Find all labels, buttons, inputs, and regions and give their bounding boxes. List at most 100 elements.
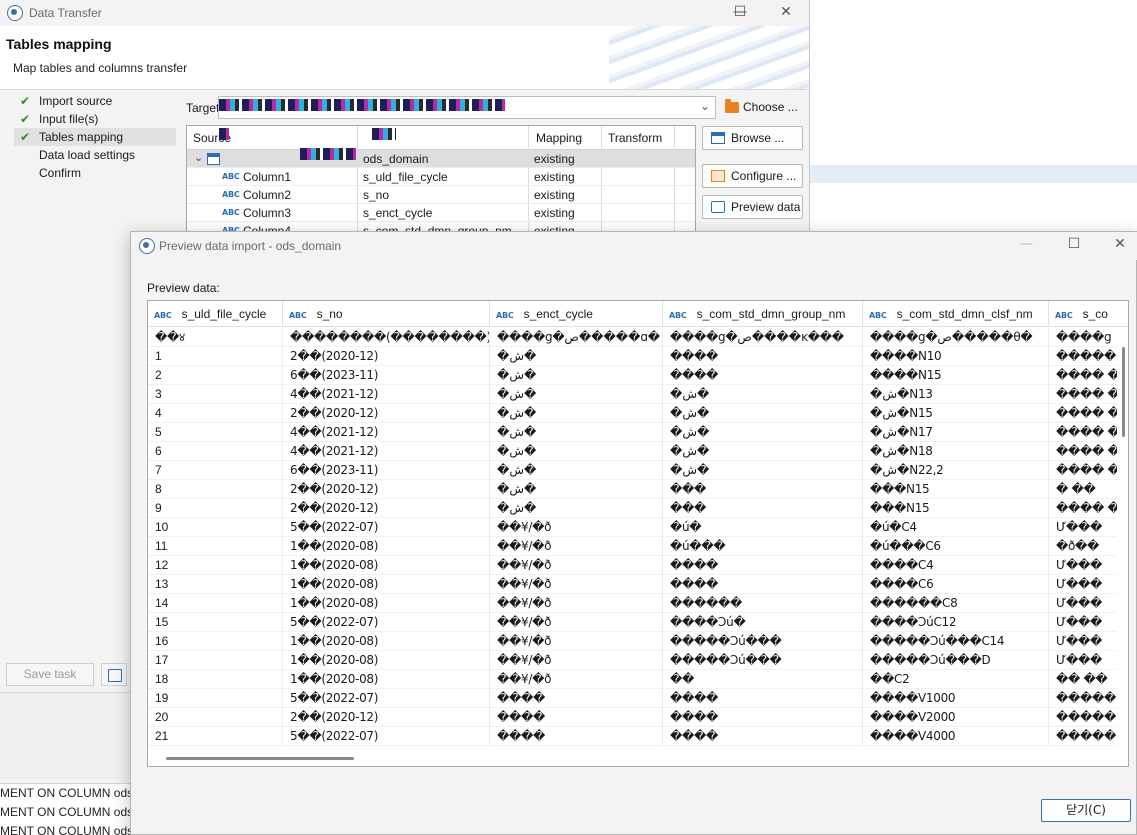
table-cell[interactable]: 19 bbox=[148, 689, 283, 708]
choose-button[interactable]: Choose ... bbox=[720, 96, 804, 119]
table-cell[interactable]: ����g�ص�����θ� bbox=[863, 328, 1049, 347]
close-icon[interactable]: ✕ bbox=[1097, 232, 1137, 258]
table-cell[interactable]: 8 bbox=[148, 480, 283, 499]
table-cell[interactable]: 13 bbox=[148, 575, 283, 594]
chevron-down-icon[interactable]: ⌄ bbox=[194, 151, 203, 164]
table-cell[interactable]: �ش� bbox=[490, 347, 663, 366]
close-button[interactable]: 닫기(C) bbox=[1041, 799, 1131, 822]
table-cell[interactable]: 14 bbox=[148, 594, 283, 613]
table-cell[interactable]: 5��(2022-07) bbox=[283, 613, 490, 632]
table-cell[interactable]: 6��(2023-11) bbox=[283, 461, 490, 480]
table-cell[interactable]: 1��(2020-08) bbox=[283, 632, 490, 651]
table-cell[interactable]: ��¥/�ð bbox=[490, 556, 663, 575]
table-cell[interactable]: �ش� bbox=[490, 499, 663, 518]
column-header[interactable]: ABC s_com_std_dmn_group_nm bbox=[663, 301, 863, 327]
table-cell[interactable]: 11 bbox=[148, 537, 283, 556]
column-header[interactable]: ABC s_no bbox=[283, 301, 490, 327]
table-cell[interactable]: ��� bbox=[663, 499, 863, 518]
table-cell[interactable]: ���� bbox=[663, 575, 863, 594]
table-cell[interactable]: 18 bbox=[148, 670, 283, 689]
table-cell[interactable]: �ú� bbox=[663, 518, 863, 537]
table-cell[interactable]: ����g�ص����ĸ��� bbox=[663, 328, 863, 347]
table-cell[interactable]: 15 bbox=[148, 613, 283, 632]
table-cell[interactable]: 1��(2020-08) bbox=[283, 651, 490, 670]
table-cell[interactable]: 1��(2020-08) bbox=[283, 556, 490, 575]
table-cell[interactable]: ����g�ص�����ɑ� bbox=[490, 328, 663, 347]
table-cell[interactable]: �ش� bbox=[490, 385, 663, 404]
table-cell[interactable]: �����Ɔú��� bbox=[663, 632, 863, 651]
table-cell[interactable]: ���� bbox=[663, 556, 863, 575]
step-data-load-settings[interactable]: Data load settings bbox=[14, 146, 176, 164]
table-cell[interactable]: 21 bbox=[148, 727, 283, 746]
preview-grid[interactable]: ABC s_co ABC s_com_std_dmn_clsf_nm ABC s_com_… bbox=[147, 300, 1129, 767]
col-mapping[interactable]: Mapping bbox=[536, 131, 582, 145]
table-cell[interactable]: ���� bbox=[490, 727, 663, 746]
table-cell[interactable]: ��¥/�ð bbox=[490, 670, 663, 689]
maximize-icon[interactable]: ☐ bbox=[717, 0, 763, 26]
table-cell[interactable]: �ش� bbox=[663, 385, 863, 404]
minimize-icon[interactable]: — bbox=[1003, 232, 1049, 258]
table-cell[interactable]: 2��(2020-12) bbox=[283, 347, 490, 366]
table-cell[interactable]: ����N15 bbox=[863, 366, 1049, 385]
table-cell[interactable]: 5 bbox=[148, 423, 283, 442]
preview-data-button[interactable]: Preview data bbox=[702, 195, 803, 219]
col-transform[interactable]: Transform bbox=[608, 131, 662, 145]
table-cell[interactable]: 4 bbox=[148, 404, 283, 423]
table-cell[interactable]: ����V1000 bbox=[863, 689, 1049, 708]
step-input-files[interactable]: ✔ Input file(s) bbox=[14, 110, 176, 128]
table-cell[interactable]: ����C4 bbox=[863, 556, 1049, 575]
table-cell[interactable]: �ش� bbox=[490, 404, 663, 423]
table-cell[interactable]: �ش� bbox=[490, 442, 663, 461]
table-cell[interactable]: 2��(2020-12) bbox=[283, 708, 490, 727]
table-cell[interactable]: 12 bbox=[148, 556, 283, 575]
table-cell[interactable]: ��¥/�ð bbox=[490, 537, 663, 556]
table-cell[interactable]: ��¥/�ð bbox=[490, 613, 663, 632]
table-cell[interactable]: ���� bbox=[490, 689, 663, 708]
table-cell[interactable]: 4��(2021-12) bbox=[283, 442, 490, 461]
step-tables-mapping[interactable]: ✔ Tables mapping bbox=[14, 128, 176, 146]
table-cell[interactable]: �ش�N18 bbox=[863, 442, 1049, 461]
table-cell[interactable]: �ش� bbox=[490, 461, 663, 480]
table-cell[interactable]: ��¥/�ð bbox=[490, 632, 663, 651]
column-header[interactable]: ABC s_uld_file_cycle bbox=[148, 301, 283, 327]
table-cell[interactable]: �����Ɔú���D bbox=[863, 651, 1049, 670]
table-cell[interactable]: 4��(2021-12) bbox=[283, 423, 490, 442]
table-cell[interactable]: ��४ bbox=[148, 328, 283, 347]
table-cell[interactable]: �ش�N13 bbox=[863, 385, 1049, 404]
table-cell[interactable]: �ش� bbox=[663, 461, 863, 480]
table-cell[interactable]: ��¥/�ð bbox=[490, 575, 663, 594]
scroll-thumb[interactable] bbox=[1122, 347, 1125, 437]
table-cell[interactable]: ����V4000 bbox=[863, 727, 1049, 746]
table-cell[interactable]: 1��(2020-08) bbox=[283, 537, 490, 556]
table-row[interactable]: ⌄ ods_domain existing bbox=[187, 150, 695, 168]
table-cell[interactable]: 20 bbox=[148, 708, 283, 727]
table-cell[interactable]: ��� bbox=[663, 480, 863, 499]
table-cell[interactable]: �ش�N15 bbox=[863, 404, 1049, 423]
maximize-icon[interactable]: ☐ bbox=[1051, 232, 1097, 258]
table-cell[interactable]: �ش� bbox=[663, 423, 863, 442]
table-cell[interactable]: 4��(2021-12) bbox=[283, 385, 490, 404]
table-cell[interactable]: ������C8 bbox=[863, 594, 1049, 613]
table-cell[interactable]: 1��(2020-08) bbox=[283, 594, 490, 613]
table-cell[interactable]: ���� bbox=[490, 708, 663, 727]
table-cell[interactable]: ���N15 bbox=[863, 499, 1049, 518]
close-icon[interactable]: ✕ bbox=[763, 0, 809, 26]
table-cell[interactable]: 5��(2022-07) bbox=[283, 689, 490, 708]
step-confirm[interactable]: Confirm bbox=[14, 164, 176, 182]
table-cell[interactable]: ���� bbox=[663, 689, 863, 708]
table-cell[interactable]: 17 bbox=[148, 651, 283, 670]
table-cell[interactable]: ����Ɔú� bbox=[663, 613, 863, 632]
table-cell[interactable]: 2��(2020-12) bbox=[283, 404, 490, 423]
table-cell[interactable]: ��¥/�ð bbox=[490, 651, 663, 670]
save-icon[interactable] bbox=[101, 663, 127, 686]
table-cell[interactable]: 5��(2022-07) bbox=[283, 727, 490, 746]
table-cell[interactable]: ���� bbox=[663, 366, 863, 385]
table-cell[interactable]: 16 bbox=[148, 632, 283, 651]
table-row[interactable]: ABC Column2 s_no existing bbox=[187, 186, 695, 204]
table-cell[interactable]: ����ƆúC12 bbox=[863, 613, 1049, 632]
table-cell[interactable]: 5��(2022-07) bbox=[283, 518, 490, 537]
table-cell[interactable]: �ú�C4 bbox=[863, 518, 1049, 537]
table-cell[interactable]: ���� bbox=[663, 347, 863, 366]
vertical-scrollbar[interactable] bbox=[1117, 327, 1128, 766]
mapping-table[interactable]: Source Mapping Transform ⌄ ods_domain ex… bbox=[186, 125, 696, 235]
